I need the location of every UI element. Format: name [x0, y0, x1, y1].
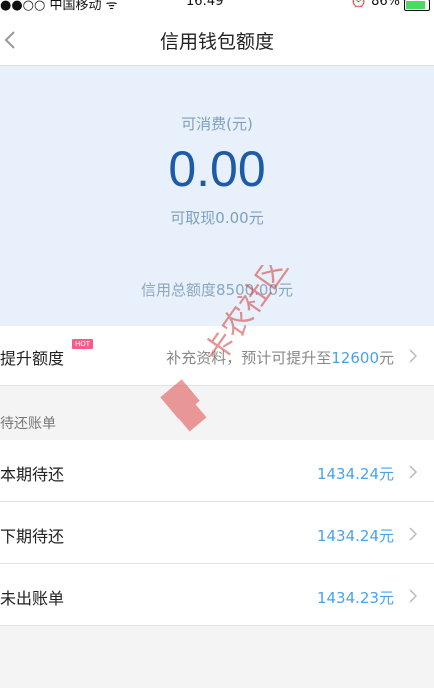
raise-limit-row[interactable]: 提升额度 HOT 补充资料，预计可提升至12600元: [0, 326, 434, 386]
alarm-icon: ⏰: [350, 0, 368, 9]
chevron-right-icon: [409, 589, 418, 603]
chevron-right-icon: [409, 527, 418, 541]
available-amount: 0.00: [168, 141, 266, 197]
chevron-right-icon: [409, 349, 418, 363]
nav-bar: 信用钱包额度: [0, 14, 434, 66]
carrier-label: ●●○○ 中国移动 ᯤ: [0, 0, 118, 13]
cash-withdrawable: 可取现0.00元: [170, 209, 264, 227]
status-bar: ●●○○ 中国移动 ᯤ 16:49 ⏰ 86%: [0, 0, 434, 14]
credit-summary: 可消费(元) 0.00 可取现0.00元 信用总额度8500.00元: [0, 66, 434, 326]
bill-row[interactable]: 本期待还 1434.24元: [0, 440, 434, 502]
bill-title: 未出账单: [0, 589, 65, 608]
raise-limit-hint: 补充资料，预计可提升至12600元: [166, 349, 394, 367]
chevron-right-icon: [409, 465, 418, 479]
bill-amount: 1434.24元: [316, 465, 394, 483]
bill-amount: 1434.23元: [316, 589, 394, 607]
bill-title: 下期待还: [0, 527, 65, 546]
hot-badge: HOT: [72, 339, 94, 349]
bill-row[interactable]: 下期待还 1434.24元: [0, 502, 434, 564]
total-credit: 信用总额度8500.00元: [140, 281, 294, 299]
raise-limit-label: 提升额度: [0, 349, 65, 368]
status-right: ⏰ 86%: [350, 0, 430, 11]
bill-title: 本期待还: [0, 465, 65, 484]
bill-amount: 1434.24元: [316, 527, 394, 545]
battery-percent: 86%: [371, 0, 400, 9]
battery-icon: [404, 0, 430, 11]
clock: 16:49: [186, 0, 224, 9]
page-title: 信用钱包额度: [159, 31, 274, 53]
section-label: 待还账单: [0, 416, 56, 432]
available-label: 可消费(元): [181, 115, 253, 133]
bill-row[interactable]: 未出账单 1434.23元: [0, 564, 434, 626]
